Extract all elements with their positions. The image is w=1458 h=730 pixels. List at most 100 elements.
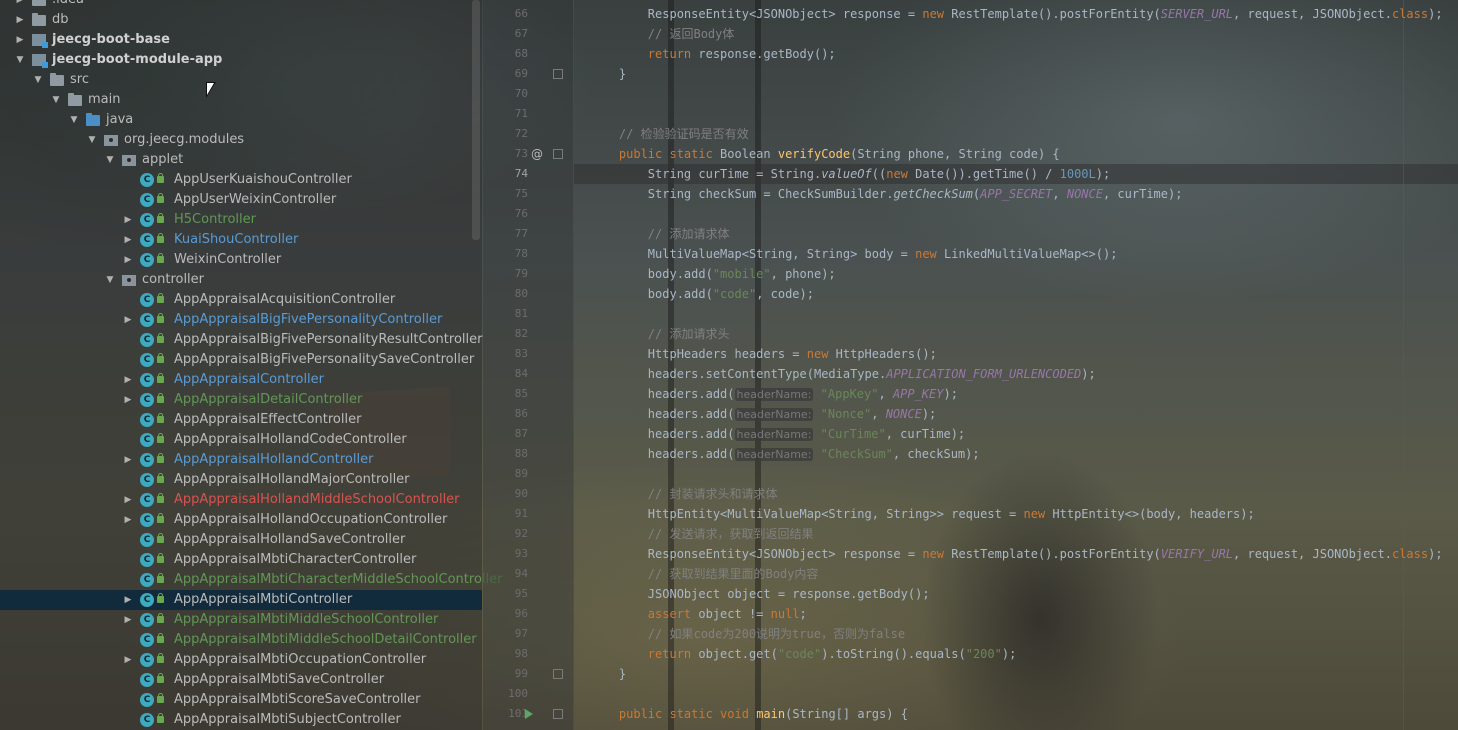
expand-arrow-right-icon[interactable]: ▶ xyxy=(122,250,134,270)
fold-toggle-icon[interactable] xyxy=(553,69,563,79)
fold-toggle-icon[interactable] xyxy=(553,149,563,159)
code-line[interactable]: // 发送请求，获取到返回结果 xyxy=(590,524,814,544)
code-line[interactable]: // 检验验证码是否有效 xyxy=(590,124,749,144)
expand-arrow-right-icon[interactable]: ▶ xyxy=(122,510,134,530)
expand-arrow-down-icon[interactable]: ▼ xyxy=(104,150,116,170)
tree-row[interactable]: C AppAppraisalBigFivePersonalitySaveContr… xyxy=(0,350,482,370)
code-line[interactable]: return response.getBody(); xyxy=(590,44,836,64)
code-line[interactable]: assert object != null; xyxy=(590,604,807,624)
tree-row[interactable]: C AppUserWeixinController xyxy=(0,190,482,210)
tree-row[interactable]: C AppAppraisalAcquisitionController xyxy=(0,290,482,310)
code-line[interactable]: headers.add(headerName: "AppKey", APP_KE… xyxy=(590,384,958,404)
expand-arrow-right-icon[interactable]: ▶ xyxy=(14,0,26,10)
tree-row[interactable]: ▼ applet xyxy=(0,150,482,170)
code-line[interactable]: headers.setContentType(MediaType.APPLICA… xyxy=(590,364,1096,384)
tree-row[interactable]: ▶ C AppAppraisalDetailController xyxy=(0,390,482,410)
tree-row[interactable]: ▶ C AppAppraisalMbtiOccupationController xyxy=(0,650,482,670)
code-line[interactable]: body.add("code", code); xyxy=(590,284,814,304)
code-line[interactable]: // 返回Body体 xyxy=(590,24,735,44)
tree-row[interactable]: C AppUserKuaishouController xyxy=(0,170,482,190)
expand-arrow-right-icon[interactable]: ▶ xyxy=(122,450,134,470)
tree-row[interactable]: C AppAppraisalEffectController xyxy=(0,410,482,430)
code-line[interactable]: public static Boolean verifyCode(String … xyxy=(590,144,1060,164)
code-line[interactable]: HttpEntity<MultiValueMap<String, String>… xyxy=(590,504,1255,524)
tree-row[interactable]: ▶ db xyxy=(0,10,482,30)
expand-arrow-right-icon[interactable]: ▶ xyxy=(122,370,134,390)
tree-row[interactable]: ▶ C AppAppraisalMbtiController xyxy=(0,590,482,610)
expand-arrow-right-icon[interactable]: ▶ xyxy=(122,390,134,410)
code-token: public static void xyxy=(618,707,749,721)
tree-row[interactable]: ▶ C KuaiShouController xyxy=(0,230,482,250)
tree-row[interactable]: ▼ controller xyxy=(0,270,482,290)
code-line[interactable]: ResponseEntity<JSONObject> response = ne… xyxy=(590,544,1443,564)
tree-row[interactable]: ▼ main xyxy=(0,90,482,110)
tree-row[interactable]: C AppAppraisalHollandSaveController xyxy=(0,530,482,550)
expand-arrow-down-icon[interactable]: ▼ xyxy=(104,270,116,290)
code-line[interactable]: // 添加请求体 xyxy=(590,224,730,244)
expand-arrow-down-icon[interactable]: ▼ xyxy=(50,90,62,110)
tree-row[interactable]: ▶ C AppAppraisalHollandOccupationControlle… xyxy=(0,510,482,530)
run-main-icon[interactable] xyxy=(525,709,533,719)
code-line[interactable]: body.add("mobile", phone); xyxy=(590,264,836,284)
tree-row[interactable]: ▶ C WeixinController xyxy=(0,250,482,270)
tree-row[interactable]: ▶ C AppAppraisalHollandController xyxy=(0,450,482,470)
expand-arrow-right-icon[interactable]: ▶ xyxy=(122,490,134,510)
editor-gutter[interactable]: 66 67 68 69 70 71 72 73 @74 75 76 77 78 79 80 81 82 83 84 8… xyxy=(483,0,574,730)
expand-arrow-right-icon[interactable]: ▶ xyxy=(14,10,26,30)
expand-arrow-right-icon[interactable]: ▶ xyxy=(14,30,26,50)
tree-row[interactable]: ▶ C AppAppraisalController xyxy=(0,370,482,390)
code-line[interactable]: // 添加请求头 xyxy=(590,324,730,344)
tree-row[interactable]: C AppAppraisalMbtiCharacterMiddleSchoolCo… xyxy=(0,570,502,590)
expand-arrow-right-icon[interactable]: ▶ xyxy=(122,310,134,330)
expand-arrow-right-icon[interactable]: ▶ xyxy=(122,590,134,610)
expand-arrow-right-icon[interactable]: ▶ xyxy=(122,650,134,670)
code-line[interactable]: headers.add(headerName: "CheckSum", chec… xyxy=(590,444,980,464)
tree-row[interactable]: C AppAppraisalMbtiMiddleSchoolDetailContr… xyxy=(0,630,482,650)
tree-row[interactable]: ▼ jeecg-boot-module-app xyxy=(0,50,482,70)
tree-row[interactable]: C AppAppraisalMbtiScoreSaveController xyxy=(0,690,482,710)
project-tree-scrollbar[interactable] xyxy=(472,0,480,240)
code-line[interactable]: // 获取到结果里面的Body内容 xyxy=(590,564,819,584)
tree-row[interactable]: ▶ C AppAppraisalBigFivePersonalityControll… xyxy=(0,310,482,330)
tree-row[interactable]: C AppAppraisalBigFivePersonalityResultCon… xyxy=(0,330,482,350)
expand-arrow-down-icon[interactable]: ▼ xyxy=(14,50,26,70)
code-line[interactable]: public static void main(String[] args) { xyxy=(590,704,908,724)
tree-row[interactable]: ▼ org.jeecg.modules xyxy=(0,130,482,150)
code-line[interactable]: String checkSum = CheckSumBuilder.getChe… xyxy=(590,184,1183,204)
code-line[interactable]: ResponseEntity<JSONObject> response = ne… xyxy=(590,4,1443,24)
code-line[interactable]: JSONObject object = response.getBody(); xyxy=(590,584,930,604)
tree-row[interactable]: ▶ jeecg-boot-base xyxy=(0,30,482,50)
tree-row[interactable]: C AppAppraisalHollandCodeController xyxy=(0,430,482,450)
tree-row[interactable]: C AppAppraisalMbtiSubjectController xyxy=(0,710,482,730)
code-line[interactable]: } xyxy=(590,664,626,684)
fold-toggle-icon[interactable] xyxy=(553,709,563,719)
expand-arrow-right-icon[interactable]: ▶ xyxy=(122,230,134,250)
fold-toggle-icon[interactable] xyxy=(553,669,563,679)
annotation-marker-icon[interactable]: @ xyxy=(531,144,543,164)
code-line[interactable]: HttpHeaders headers = new HttpHeaders(); xyxy=(590,344,937,364)
tree-row[interactable]: C AppAppraisalMbtiSaveController xyxy=(0,670,482,690)
code-line[interactable]: headers.add(headerName: "CurTime", curTi… xyxy=(590,424,965,444)
project-tree-panel[interactable]: ▶ .idea ▶ db ▶ jeecg-boot-base ▼ jeecg-boot-mod… xyxy=(0,0,502,730)
tree-row[interactable]: C AppAppraisalHollandMajorController xyxy=(0,470,482,490)
code-line[interactable]: // 如果code为200说明为true，否则为false xyxy=(590,624,905,644)
code-line[interactable]: } xyxy=(590,64,626,84)
expand-arrow-down-icon[interactable]: ▼ xyxy=(86,130,98,150)
tree-row[interactable]: ▶ C AppAppraisalMbtiMiddleSchoolController xyxy=(0,610,482,630)
tree-row[interactable]: ▶ .idea xyxy=(0,0,482,10)
tree-row[interactable]: C AppAppraisalMbtiCharacterController xyxy=(0,550,482,570)
code-line[interactable]: return object.get("code").toString().equ… xyxy=(590,644,1017,664)
code-line[interactable]: headers.add(headerName: "Nonce", NONCE); xyxy=(590,404,936,424)
code-line[interactable]: MultiValueMap<String, String> body = new… xyxy=(590,244,1118,264)
tree-row[interactable]: ▼ java xyxy=(0,110,482,130)
folder-icon xyxy=(50,73,64,86)
tree-row[interactable]: ▼ src xyxy=(0,70,482,90)
tree-row[interactable]: ▶ C AppAppraisalHollandMiddleSchoolControl… xyxy=(0,490,482,510)
code-line[interactable]: // 封装请求头和请求体 xyxy=(590,484,778,504)
expand-arrow-right-icon[interactable]: ▶ xyxy=(122,610,134,630)
expand-arrow-right-icon[interactable]: ▶ xyxy=(122,210,134,230)
tree-row[interactable]: ▶ C H5Controller xyxy=(0,210,482,230)
expand-arrow-down-icon[interactable]: ▼ xyxy=(32,70,44,90)
expand-arrow-down-icon[interactable]: ▼ xyxy=(68,110,80,130)
code-line[interactable]: String curTime = String.valueOf((new Dat… xyxy=(590,164,1110,184)
